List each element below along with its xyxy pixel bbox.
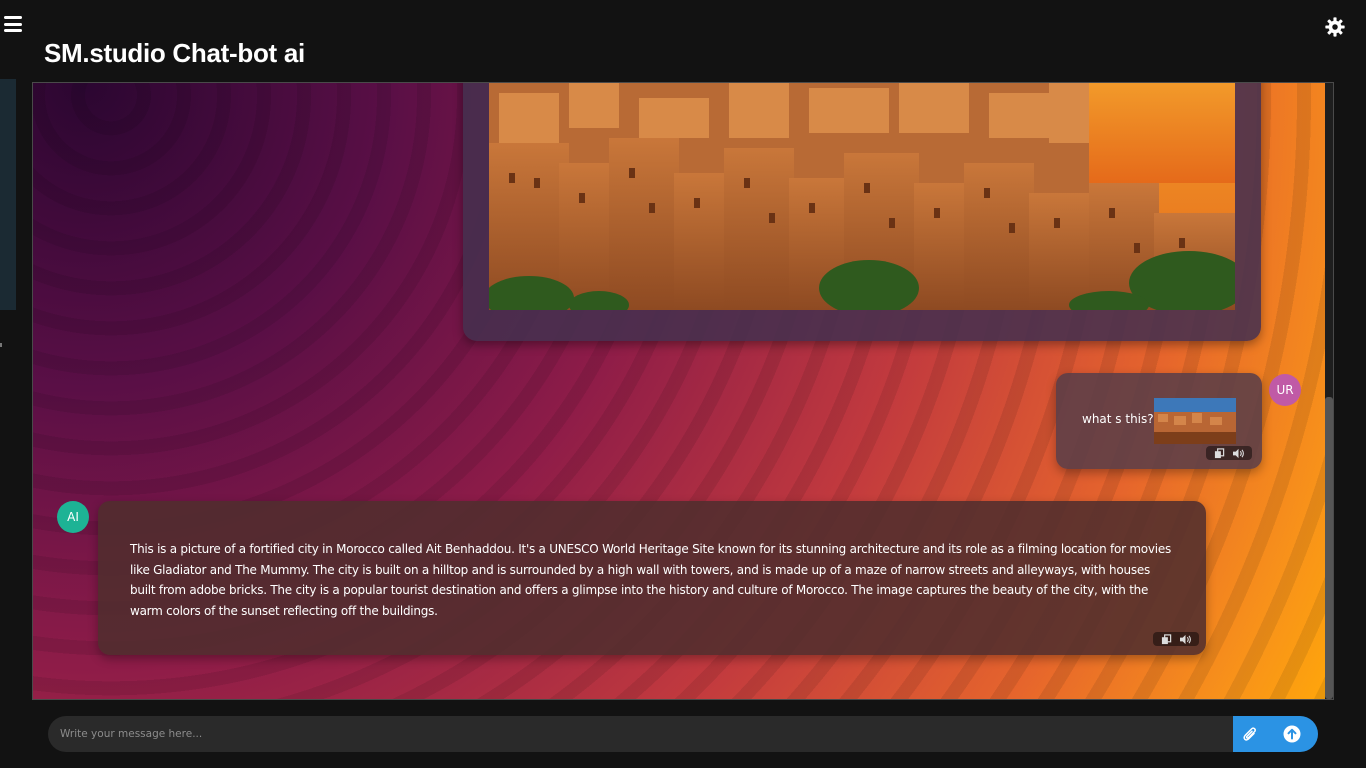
speaker-icon[interactable]: [1232, 447, 1246, 459]
user-message-text: what s this?: [1082, 412, 1154, 426]
message-actions: [1206, 446, 1252, 460]
arrow-up-circle-icon[interactable]: [1267, 716, 1317, 752]
ai-message-text: This is a picture of a fortified city in…: [130, 542, 1171, 618]
message-input[interactable]: [48, 716, 1233, 752]
hamburger-menu-icon[interactable]: [4, 16, 22, 32]
ai-avatar: AI: [57, 501, 89, 533]
copy-icon[interactable]: [1160, 633, 1174, 645]
message-composer: [48, 716, 1318, 752]
user-avatar: UR: [1269, 374, 1301, 406]
image-message-card: [463, 83, 1261, 341]
speaker-icon[interactable]: [1179, 633, 1193, 645]
app-root: SM.studio Chat-bot ai what s this? UR AI…: [0, 0, 1366, 768]
copy-icon[interactable]: [1213, 447, 1227, 459]
sidebar-panel: [0, 79, 16, 310]
user-message: what s this?: [1056, 373, 1262, 469]
page-title: SM.studio Chat-bot ai: [44, 38, 305, 68]
paperclip-icon[interactable]: [1233, 716, 1267, 752]
message-actions: [1153, 632, 1199, 646]
message-image[interactable]: [489, 83, 1235, 310]
sidebar-marker: [0, 343, 2, 347]
scrollbar-thumb[interactable]: [1325, 397, 1333, 699]
attached-image-thumbnail[interactable]: [1154, 398, 1236, 444]
composer-buttons: [1233, 716, 1318, 752]
gear-icon[interactable]: [1323, 15, 1347, 39]
ai-message: This is a picture of a fortified city in…: [98, 501, 1206, 655]
chat-area[interactable]: what s this? UR AI This is a picture of …: [32, 82, 1334, 700]
